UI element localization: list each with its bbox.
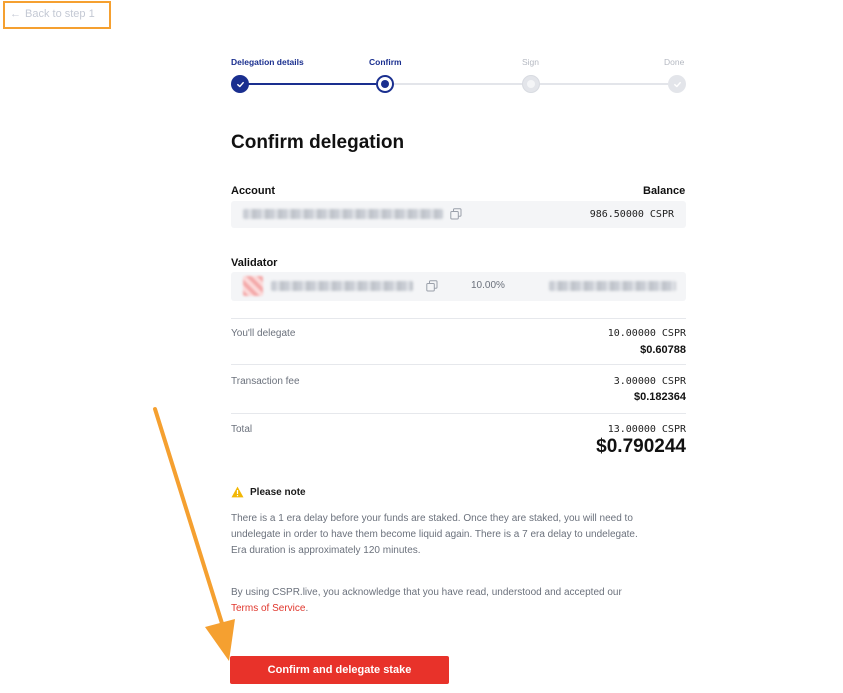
fee-label: Transaction fee [231,376,300,387]
fee-cspr-value: 3.00000 CSPR [613,376,686,387]
validator-commission: 10.00% [471,280,505,291]
terms-suffix: . [305,603,309,614]
copy-icon[interactable] [426,280,438,292]
terms-notice: By using CSPR.live, you acknowledge that… [231,585,691,617]
account-address-redacted [243,209,443,219]
step-label-confirm: Confirm [369,57,402,67]
stepper-line-pending [540,83,668,85]
checkmark-icon [236,81,244,87]
stepper-line-completed [248,83,376,85]
step-label-sign: Sign [522,57,540,67]
confirm-delegate-button[interactable]: Confirm and delegate stake [230,656,449,684]
account-header: Account [231,185,275,197]
step-dot-done [231,75,249,93]
delegate-usd-value: $0.60788 [640,344,686,356]
step-dot-final [668,75,686,93]
delegate-label: You'll delegate [231,328,296,339]
divider [231,364,686,365]
arrow-left-icon: ← [10,7,21,20]
fee-usd-value: $0.182364 [634,391,686,403]
validator-header: Validator [231,257,278,269]
step-label-delegation-details: Delegation details [231,57,304,67]
divider [231,413,686,414]
note-line: undelegate in order to have them become … [231,529,638,540]
annotation-arrow-icon [153,407,235,661]
balance-header: Balance [643,185,686,197]
note-title: Please note [250,486,306,498]
account-balance-value: 986.50000 CSPR [589,209,674,220]
note-line: Era duration is approximately 120 minute… [231,545,421,556]
checkmark-icon [673,81,681,87]
total-usd-value: $0.790244 [596,436,686,457]
copy-icon[interactable] [450,208,462,220]
note-line: There is a 1 era delay before your funds… [231,513,633,524]
validator-stake-redacted [549,281,676,291]
validator-row: 10.00% [231,272,686,301]
validator-avatar [243,276,263,296]
divider [231,318,686,319]
account-row: 986.50000 CSPR [231,201,686,228]
note-text: There is a 1 era delay before your funds… [231,511,691,559]
step-label-done: Done [664,57,685,67]
terms-text: By using CSPR.live, you acknowledge that… [231,587,622,598]
note-heading: Please note [231,486,306,498]
stepper-line-pending [394,83,522,85]
total-cspr-value: 13.00000 CSPR [607,424,686,435]
page-title: Confirm delegation [231,132,405,153]
step-dot-active [376,75,394,93]
validator-address-redacted [271,281,413,291]
back-link-label: Back to step 1 [25,8,95,20]
step-dot-future [522,75,540,93]
terms-of-service-link[interactable]: Terms of Service [231,603,305,614]
back-to-step-link[interactable]: ← Back to step 1 [10,8,95,20]
delegate-cspr-value: 10.00000 CSPR [607,328,686,339]
